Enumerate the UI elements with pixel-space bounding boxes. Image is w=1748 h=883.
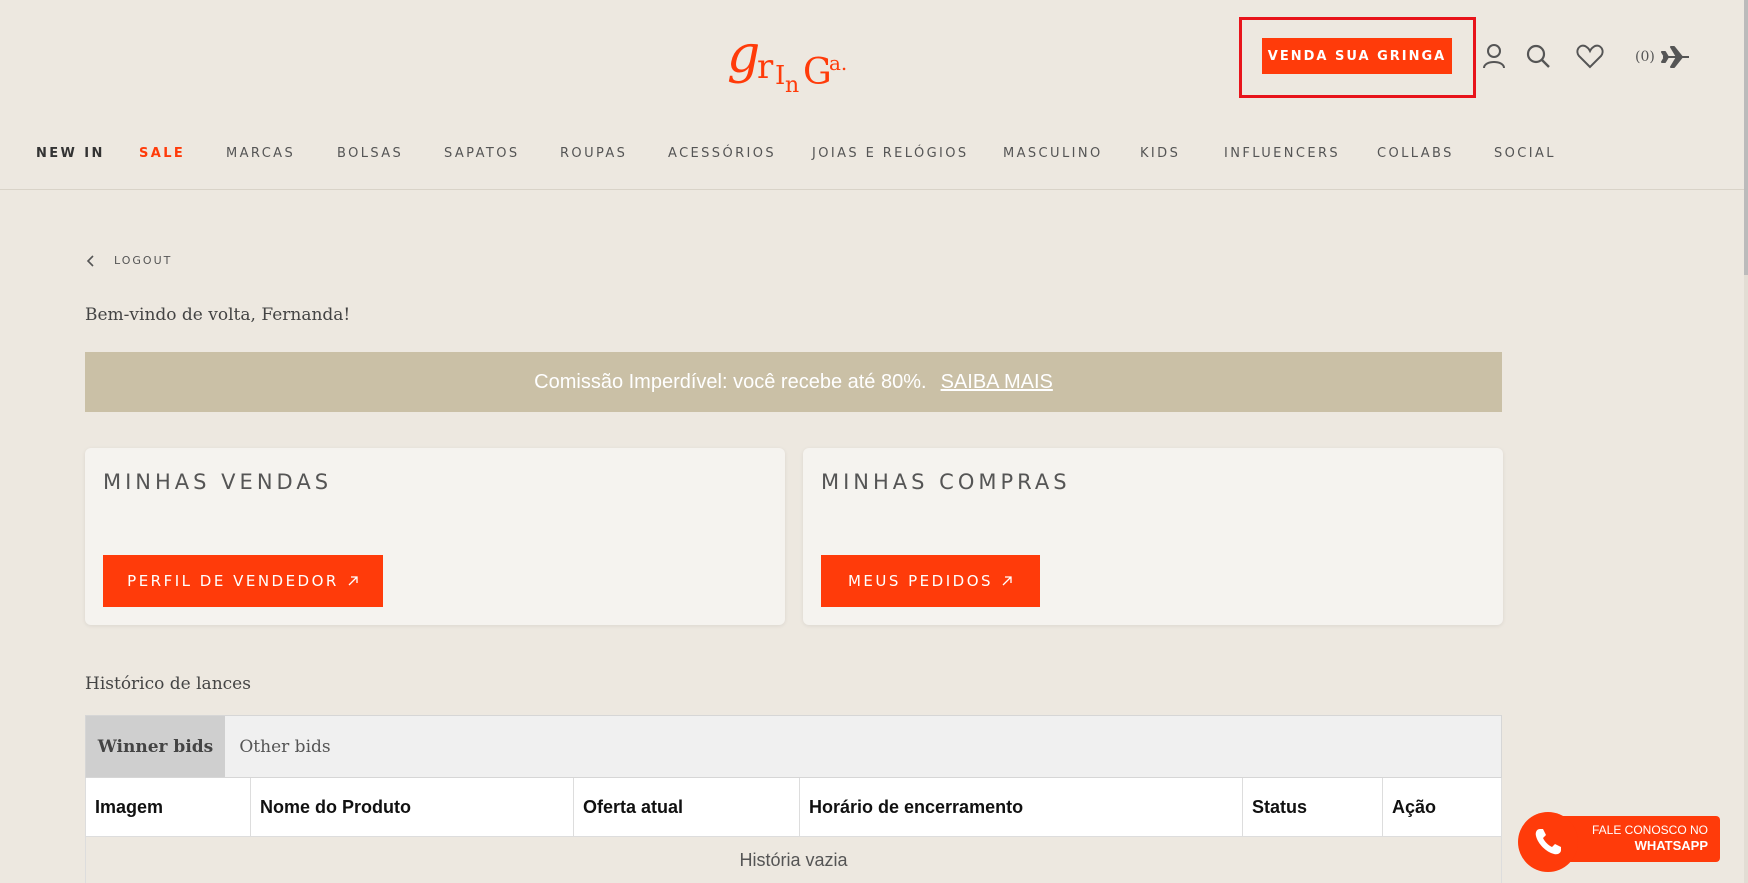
column-header-current-offer: Oferta atual bbox=[574, 778, 800, 836]
sell-your-gringa-button[interactable]: VENDA SUA GRINGA bbox=[1262, 38, 1452, 74]
nav-roupas[interactable]: ROUPAS bbox=[560, 146, 627, 161]
phone-icon bbox=[1518, 812, 1578, 872]
cart-count: (0) bbox=[1635, 49, 1655, 65]
promo-text: Comissão Imperdível: você recebe até 80%… bbox=[534, 370, 927, 393]
my-sales-card: MINHAS VENDAS PERFIL DE VENDEDOR bbox=[85, 448, 785, 625]
arrow-up-right-icon bbox=[348, 576, 358, 586]
nav-joias-relogios[interactable]: JOIAS E RELÓGIOS bbox=[812, 146, 969, 161]
nav-sapatos[interactable]: SAPATOS bbox=[444, 146, 520, 161]
whatsapp-line2: WHATSAPP bbox=[1634, 838, 1708, 854]
chevron-left-icon bbox=[86, 254, 94, 267]
nav-masculino[interactable]: MASCULINO bbox=[1003, 146, 1103, 161]
my-purchases-card: MINHAS COMPRAS MEUS PEDIDOS bbox=[803, 448, 1503, 625]
column-header-status: Status bbox=[1243, 778, 1383, 836]
saiba-mais-link[interactable]: SAIBA MAIS bbox=[941, 371, 1053, 394]
promo-banner: Comissão Imperdível: você recebe até 80%… bbox=[85, 352, 1502, 412]
arrow-up-right-icon bbox=[1002, 576, 1012, 586]
svg-text:g: g bbox=[727, 25, 760, 85]
nav-new-in[interactable]: NEW IN bbox=[36, 146, 105, 161]
nav-bolsas[interactable]: BOLSAS bbox=[337, 146, 403, 161]
cart-button[interactable]: (0) bbox=[1635, 44, 1691, 70]
column-header-closing-time: Horário de encerramento bbox=[800, 778, 1243, 836]
nav-marcas[interactable]: MARCAS bbox=[226, 146, 295, 161]
airplane-icon bbox=[1660, 46, 1689, 68]
user-icon[interactable] bbox=[1480, 42, 1508, 70]
logout-link[interactable]: LOGOUT bbox=[86, 254, 172, 267]
tab-other-bids[interactable]: Other bids bbox=[225, 716, 345, 777]
svg-text:r: r bbox=[757, 47, 774, 87]
nav-sale[interactable]: SALE bbox=[139, 146, 185, 161]
my-orders-label: MEUS PEDIDOS bbox=[847, 572, 994, 590]
whatsapp-line1: FALE CONOSCO NO bbox=[1591, 822, 1708, 837]
column-header-image: Imagem bbox=[86, 778, 251, 836]
svg-text:I: I bbox=[775, 61, 785, 91]
svg-text:G: G bbox=[803, 52, 832, 93]
my-purchases-title: MINHAS COMPRAS bbox=[821, 470, 1071, 494]
nav-influencers[interactable]: INFLUENCERS bbox=[1224, 146, 1340, 161]
logout-label: LOGOUT bbox=[114, 254, 173, 267]
bid-tabs: Winner bids Other bids bbox=[85, 715, 1502, 778]
nav-acessorios[interactable]: ACESSÓRIOS bbox=[668, 146, 776, 161]
search-icon[interactable] bbox=[1524, 42, 1552, 70]
site-header: g r I n G a. VENDA SUA GRINGA (0) NEW IN… bbox=[0, 0, 1748, 190]
seller-profile-label: PERFIL DE VENDEDOR bbox=[127, 572, 339, 590]
tab-winner-bids[interactable]: Winner bids bbox=[86, 716, 225, 777]
svg-text:n: n bbox=[785, 73, 799, 98]
seller-profile-button[interactable]: PERFIL DE VENDEDOR bbox=[103, 555, 383, 607]
bids-table: Imagem Nome do Produto Oferta atual Horá… bbox=[85, 778, 1502, 883]
gringa-logo[interactable]: g r I n G a. bbox=[725, 18, 865, 98]
main-navigation: NEW IN SALE MARCAS BOLSAS SAPATOS ROUPAS… bbox=[0, 146, 1748, 168]
empty-history-row: História vazia bbox=[85, 837, 1502, 883]
column-header-action: Ação bbox=[1392, 796, 1437, 817]
svg-text:a.: a. bbox=[829, 51, 847, 75]
nav-collabs[interactable]: COLLABS bbox=[1377, 146, 1454, 161]
my-orders-button[interactable]: MEUS PEDIDOS bbox=[821, 555, 1040, 607]
welcome-message: Bem-vindo de volta, Fernanda! bbox=[85, 305, 351, 325]
table-header-row: Imagem Nome do Produto Oferta atual Horá… bbox=[85, 778, 1502, 837]
bid-history-title: Histórico de lances bbox=[85, 674, 251, 694]
whatsapp-contact-button[interactable]: FALE CONOSCO NO WHATSAPP bbox=[1518, 812, 1723, 872]
nav-kids[interactable]: KIDS bbox=[1140, 146, 1180, 161]
heart-icon[interactable] bbox=[1576, 42, 1604, 70]
nav-social[interactable]: SOCIAL bbox=[1494, 146, 1556, 161]
scrollbar-thumb[interactable] bbox=[1744, 0, 1748, 275]
my-sales-title: MINHAS VENDAS bbox=[103, 470, 333, 494]
column-header-product-name: Nome do Produto bbox=[251, 778, 574, 836]
